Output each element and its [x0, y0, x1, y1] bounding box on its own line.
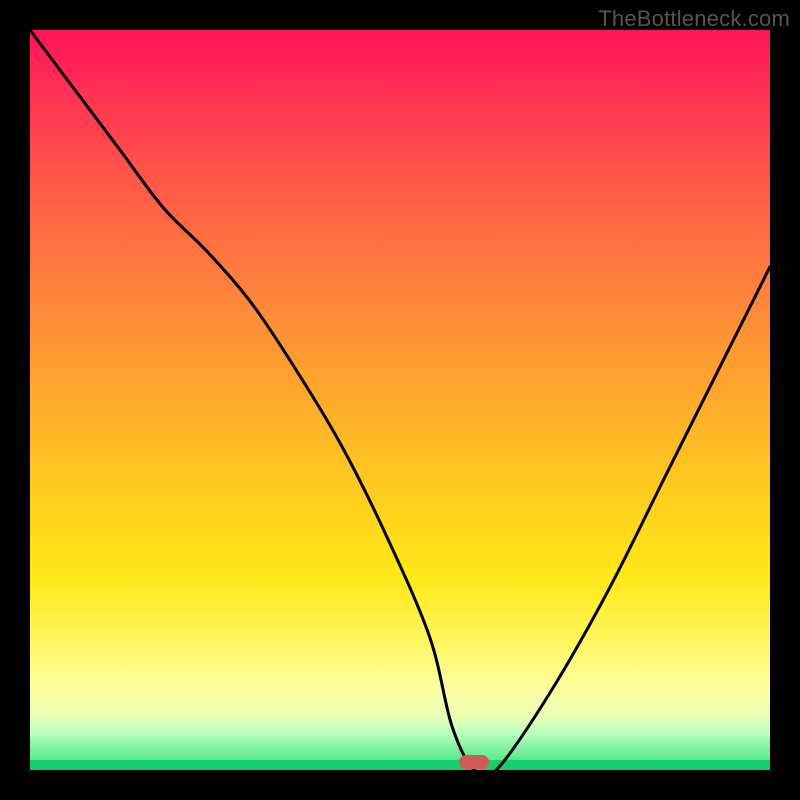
- plot-area: [30, 30, 770, 770]
- watermark-text: TheBottleneck.com: [598, 6, 790, 32]
- curve-path: [30, 30, 770, 770]
- bottleneck-curve: [30, 30, 770, 770]
- optimal-marker: [459, 755, 489, 769]
- chart-frame: TheBottleneck.com: [0, 0, 800, 800]
